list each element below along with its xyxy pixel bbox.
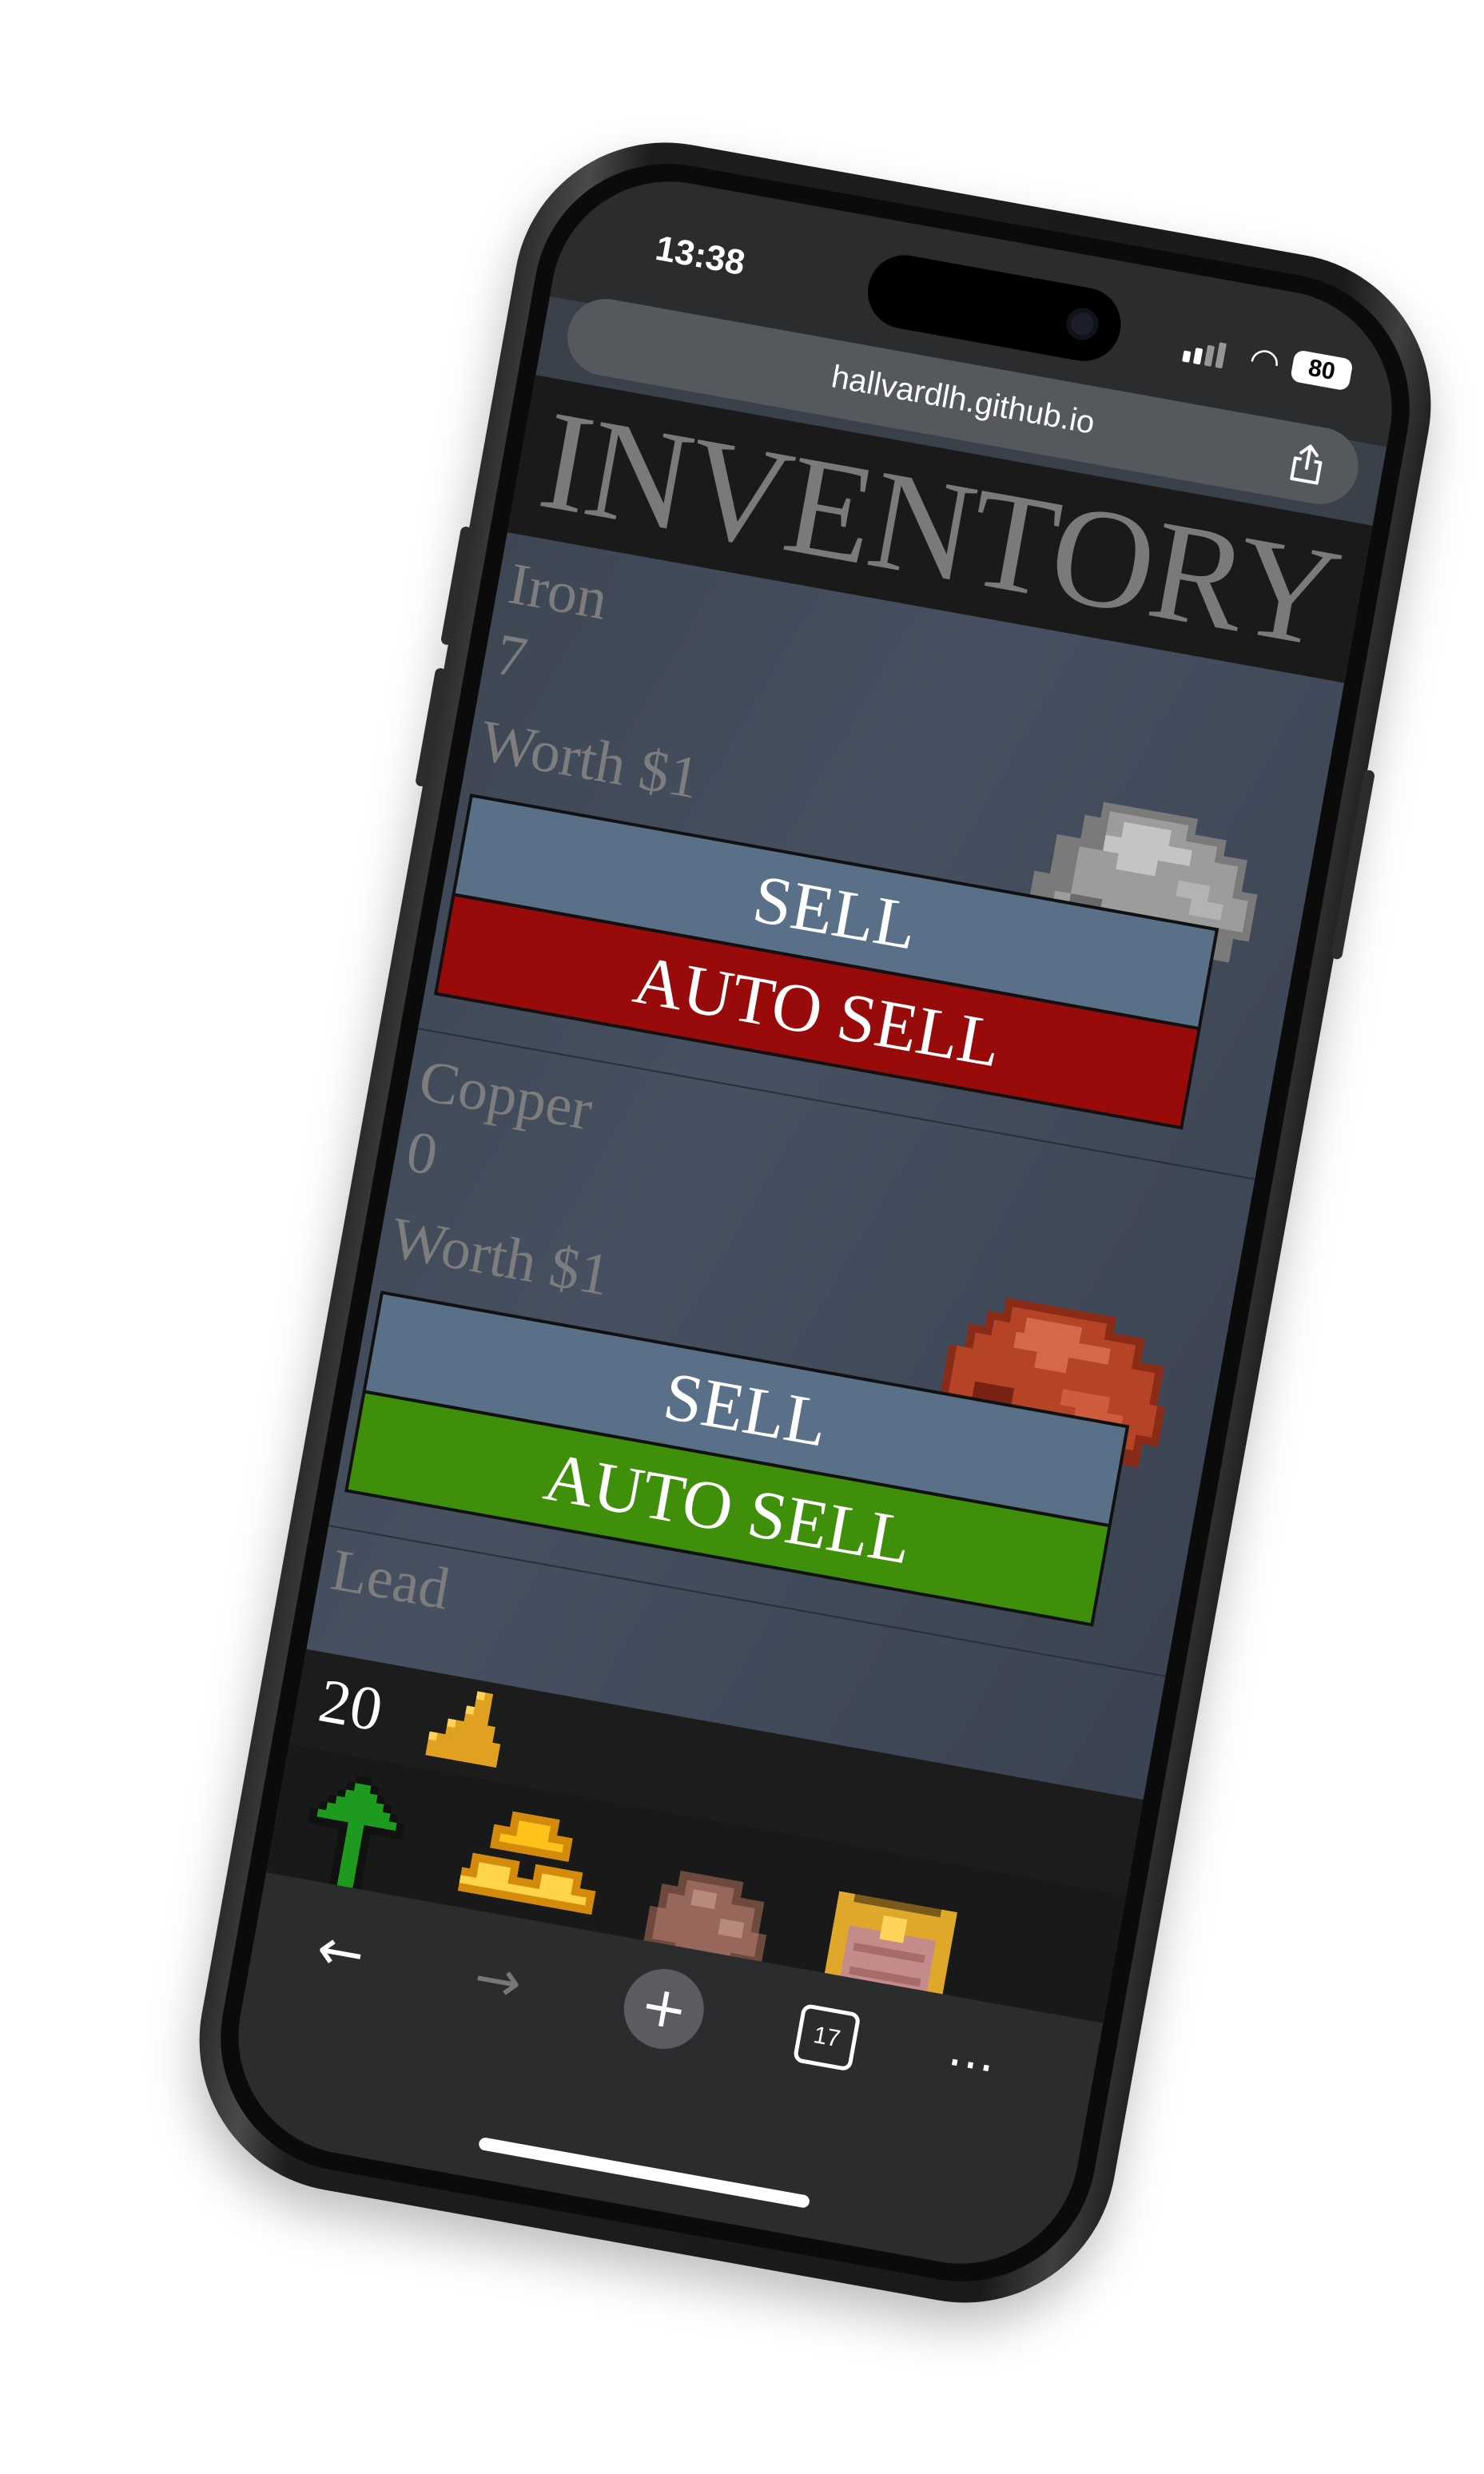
item-name: Iron bbox=[503, 551, 613, 633]
dynamic-island bbox=[861, 249, 1127, 368]
item-worth: Worth $1 bbox=[475, 708, 704, 812]
battery-icon: 80 bbox=[1289, 349, 1354, 392]
item-worth: Worth $1 bbox=[386, 1205, 615, 1309]
new-tab-icon[interactable]: + bbox=[617, 1962, 710, 2056]
more-icon[interactable]: … bbox=[945, 2021, 1001, 2085]
item-name: Copper bbox=[414, 1048, 598, 1144]
wifi-icon: ◠ bbox=[1246, 338, 1283, 384]
volume-up-button bbox=[440, 525, 473, 646]
home-indicator bbox=[477, 2136, 811, 2209]
forward-icon[interactable]: → bbox=[469, 1943, 527, 2016]
phone-frame: 13:38 ◠ 80 hallvardlh.github.io INVENTOR… bbox=[174, 117, 1456, 2328]
share-icon[interactable] bbox=[1285, 440, 1330, 487]
screen: 13:38 ◠ 80 hallvardlh.github.io INVENTOR… bbox=[219, 162, 1411, 2283]
item-count: 0 bbox=[401, 1118, 443, 1189]
item-count: 7 bbox=[491, 621, 532, 692]
phone-mockup: 13:38 ◠ 80 hallvardlh.github.io INVENTOR… bbox=[0, 0, 1484, 2474]
tabs-icon[interactable]: 17 bbox=[792, 2003, 861, 2072]
camera-icon bbox=[1064, 305, 1101, 343]
volume-down-button bbox=[415, 667, 448, 788]
item-name: Lead bbox=[326, 1537, 455, 1623]
coins-icon bbox=[425, 1691, 501, 1768]
back-icon[interactable]: ← bbox=[312, 1915, 369, 1988]
game-page: INVENTORY Iron 7 Worth $1 SELL AUTO SELL… bbox=[259, 375, 1373, 2059]
bezel: 13:38 ◠ 80 hallvardlh.github.io INVENTOR… bbox=[199, 142, 1431, 2303]
money-amount: 20 bbox=[313, 1665, 388, 1744]
status-time: 13:38 bbox=[652, 228, 749, 284]
signal-icon bbox=[1182, 336, 1227, 369]
